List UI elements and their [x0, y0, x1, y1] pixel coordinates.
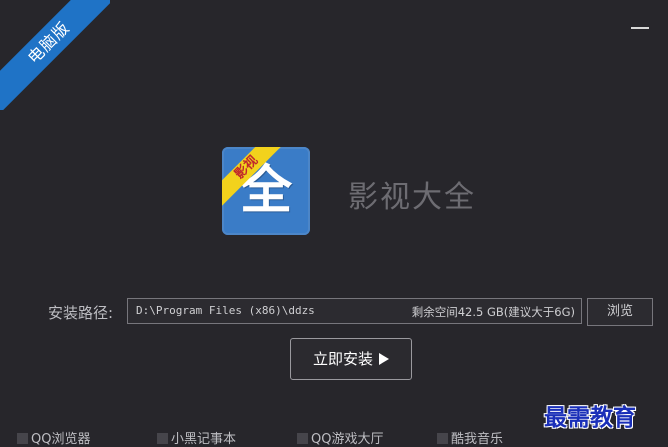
install-path-input[interactable]: D:\Program Files (x86)\ddzs 剩余空间42.5 GB(…: [127, 298, 582, 324]
watermark: 最需教育: [544, 404, 636, 431]
checkbox-icon: [17, 433, 28, 444]
bundle-label: 小黑记事本: [171, 432, 237, 447]
version-ribbon-label: 电脑版: [0, 0, 110, 110]
bundle-label: QQ浏览器: [31, 432, 91, 447]
bundle-label: 酷我音乐: [451, 432, 504, 447]
checkbox-icon: [437, 433, 448, 444]
bundle-checkbox-notepad[interactable]: 小黑记事本: [157, 428, 236, 447]
bundle-label: QQ游戏大厅: [311, 432, 384, 447]
install-path-label: 安装路径:: [48, 304, 114, 322]
free-space-info: 剩余空间42.5 GB(建议大于6G): [411, 305, 575, 319]
bundle-checkbox-kuwo-music[interactable]: 酷我音乐: [437, 428, 503, 447]
browse-button[interactable]: 浏览: [587, 298, 653, 326]
app-name: 影视大全: [348, 180, 476, 215]
bundle-checkbox-qq-browser[interactable]: QQ浏览器: [17, 428, 90, 447]
checkbox-icon: [297, 433, 308, 444]
app-logo: 全 影视: [222, 147, 310, 235]
install-button-label: 立即安装: [312, 350, 373, 368]
minimize-icon: [631, 27, 649, 29]
checkbox-icon: [157, 433, 168, 444]
bundle-checkbox-qq-game[interactable]: QQ游戏大厅: [297, 428, 383, 447]
minimize-button[interactable]: [630, 18, 650, 34]
play-icon: [379, 353, 389, 365]
install-path-value: D:\Program Files (x86)\ddzs: [136, 304, 315, 317]
install-button[interactable]: 立即安装: [290, 338, 412, 380]
version-ribbon: 电脑版: [0, 0, 110, 110]
logo-band: 影视: [222, 147, 282, 207]
